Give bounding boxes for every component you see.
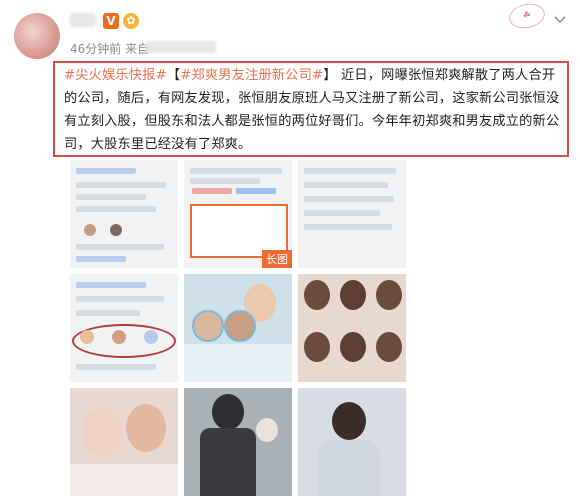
post-text: #尖火娱乐快报#【#郑爽男友注册新公司#】 近日，网曝张恒郑爽解散了两人合开的公…	[64, 64, 568, 156]
post-time: 46分钟前	[70, 42, 122, 56]
post-meta: 46分钟前 来自	[70, 40, 149, 57]
avatar[interactable]	[14, 13, 60, 59]
image-thumbnail[interactable]	[298, 388, 406, 496]
long-image-badge: 长图	[262, 250, 292, 268]
image-thumbnail[interactable]	[70, 274, 178, 382]
image-thumbnail[interactable]	[70, 388, 178, 496]
image-thumbnail[interactable]	[70, 160, 178, 268]
image-thumbnail[interactable]	[298, 160, 406, 268]
chevron-down-icon[interactable]	[551, 10, 569, 28]
image-thumbnail[interactable]	[298, 274, 406, 382]
bracket-open: 【	[166, 68, 181, 83]
hashtag-link[interactable]: #尖火娱乐快报#	[64, 68, 167, 83]
bracket-close: 】	[323, 68, 337, 83]
watermark-stamp: ☘	[506, 0, 548, 32]
image-thumbnail[interactable]	[184, 388, 292, 496]
image-thumbnail[interactable]	[184, 274, 292, 382]
cat-emoji-icon: ✿	[123, 13, 139, 29]
verified-icon: V	[103, 13, 119, 29]
image-thumbnail[interactable]: 长图	[184, 160, 292, 268]
hashtag-link[interactable]: #郑爽男友注册新公司#	[180, 68, 323, 83]
username-blurred[interactable]	[70, 13, 96, 27]
post-source-blurred	[146, 41, 216, 53]
